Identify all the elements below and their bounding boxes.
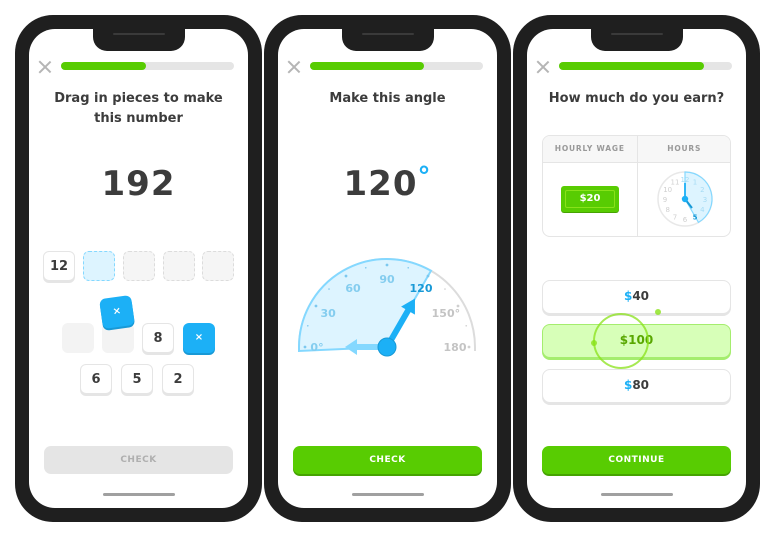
- answer-slot-empty[interactable]: [202, 251, 234, 281]
- target-angle: 120°: [278, 162, 497, 204]
- home-indicator: [351, 493, 424, 496]
- answer-amount: 40: [632, 289, 650, 303]
- home-indicator: [600, 493, 673, 496]
- answer-slot-empty[interactable]: [123, 251, 155, 281]
- lesson-progress-bar: [310, 62, 483, 70]
- answer-amount: 80: [632, 378, 650, 392]
- clock-number: 11: [670, 179, 679, 187]
- answer-slot-empty[interactable]: [163, 251, 195, 281]
- gauge-tick: [344, 274, 348, 278]
- clock-icon: 12 1234567891011: [656, 171, 713, 227]
- speaker: [610, 33, 663, 35]
- gauge-pivot-knob: [377, 337, 397, 357]
- wage-hours-table: HOURLY WAGE $20 HOURS 12 1 2 3 4 5 6 7 8 9 10 11: [542, 135, 731, 237]
- angle-gauge[interactable]: 0° 30 60 90 120 150° 180: [278, 239, 497, 379]
- check-button[interactable]: CHECK: [44, 446, 233, 474]
- home-indicator: [102, 493, 175, 496]
- phone-frame-2: Make this angle 120° 0° 30 60 90 120 150° 180 …: [264, 15, 511, 522]
- clock-number: 10: [663, 186, 672, 194]
- dollar-bill-icon: $20: [561, 186, 619, 212]
- target-number: 192: [101, 164, 176, 204]
- gauge-tick: [364, 266, 367, 269]
- clock-number: 7: [672, 213, 676, 221]
- clock-number: 12: [680, 176, 689, 184]
- prompt-title: Drag in pieces to make this number: [54, 91, 223, 126]
- piece-number[interactable]: 5: [121, 364, 153, 394]
- degree-symbol: °: [417, 162, 432, 192]
- clock-number: 9: [662, 196, 666, 204]
- answer-slot-active[interactable]: [83, 251, 115, 281]
- answer-option[interactable]: $80: [542, 369, 731, 403]
- prompt-title: How much do you earn?: [548, 91, 725, 106]
- prompt-title: Make this angle: [329, 91, 446, 106]
- gauge-tick: [467, 345, 471, 349]
- gauge-label: 150°: [432, 307, 460, 320]
- piece-number[interactable]: 6: [80, 364, 112, 394]
- lesson-progress-bar: [61, 62, 234, 70]
- gauge-tick: [465, 324, 468, 327]
- close-icon[interactable]: [38, 60, 52, 74]
- piece-number[interactable]: 2: [162, 364, 194, 394]
- continue-button[interactable]: CONTINUE: [542, 446, 731, 474]
- phone-notch: [92, 29, 185, 51]
- gauge-label: 120: [410, 282, 433, 295]
- close-icon[interactable]: [287, 60, 301, 74]
- speaker: [112, 33, 165, 35]
- close-icon[interactable]: [536, 60, 550, 74]
- sparkle-dot: [655, 309, 661, 315]
- gauge-tick: [407, 266, 410, 269]
- phone-notch: [590, 29, 683, 51]
- piece-number[interactable]: 8: [142, 323, 174, 353]
- check-button[interactable]: CHECK: [293, 446, 482, 474]
- clock-number: 8: [665, 206, 669, 214]
- gauge-label: 60: [345, 282, 361, 295]
- clock-number: 1: [692, 179, 696, 187]
- lesson-screen-earnings: How much do you earn? HOURLY WAGE $20 HO…: [527, 29, 746, 508]
- progress-fill: [310, 62, 425, 70]
- clock-number: 3: [702, 196, 706, 204]
- clock-number: 2: [700, 186, 704, 194]
- clock-center: [681, 195, 688, 203]
- progress-fill: [559, 62, 705, 70]
- clock-number: 6: [682, 216, 687, 224]
- clock-number: 5: [692, 213, 697, 221]
- lesson-screen-drag-pieces: Drag in pieces to make this number 192 1…: [29, 29, 248, 508]
- gauge-label: 180: [444, 341, 467, 354]
- header-hourly-wage: HOURLY WAGE: [554, 144, 625, 153]
- piece-placeholder: [62, 323, 94, 353]
- gauge-tick: [444, 288, 446, 290]
- selection-ring: [593, 313, 649, 369]
- phone-frame-3: How much do you earn? HOURLY WAGE $20 HO…: [513, 15, 760, 522]
- gauge-tick: [306, 324, 309, 327]
- gauge-label: 30: [320, 307, 336, 320]
- lesson-screen-make-angle: Make this angle 120° 0° 30 60 90 120 150° 180 …: [278, 29, 497, 508]
- hourly-wage-column: HOURLY WAGE $20: [543, 136, 637, 236]
- gauge-label: 90: [379, 273, 395, 286]
- gauge-label: 0°: [310, 341, 323, 354]
- gauge-tick: [426, 274, 430, 278]
- answer-slot-filled[interactable]: 12: [43, 251, 75, 281]
- gauge-tick: [303, 345, 307, 349]
- lesson-progress-bar: [559, 62, 732, 70]
- gauge-tick: [385, 263, 389, 267]
- phone-notch: [341, 29, 434, 51]
- clock-number: 4: [700, 206, 705, 214]
- target-angle-value: 120: [343, 164, 418, 204]
- progress-fill: [61, 62, 146, 70]
- piece-multiply-dragging[interactable]: ×: [99, 294, 135, 330]
- gauge-tick: [314, 304, 318, 308]
- answer-option[interactable]: $40: [542, 280, 731, 314]
- piece-multiply[interactable]: ×: [183, 323, 215, 353]
- wage-amount: $20: [579, 193, 601, 204]
- gauge-tick: [328, 288, 330, 290]
- phone-frame-1: Drag in pieces to make this number 192 1…: [15, 15, 262, 522]
- hours-column: HOURS 12 1 2 3 4 5 6 7 8 9 10 11: [636, 136, 731, 236]
- sparkle-dot: [591, 340, 597, 346]
- header-hours: HOURS: [667, 144, 702, 153]
- speaker: [361, 33, 414, 35]
